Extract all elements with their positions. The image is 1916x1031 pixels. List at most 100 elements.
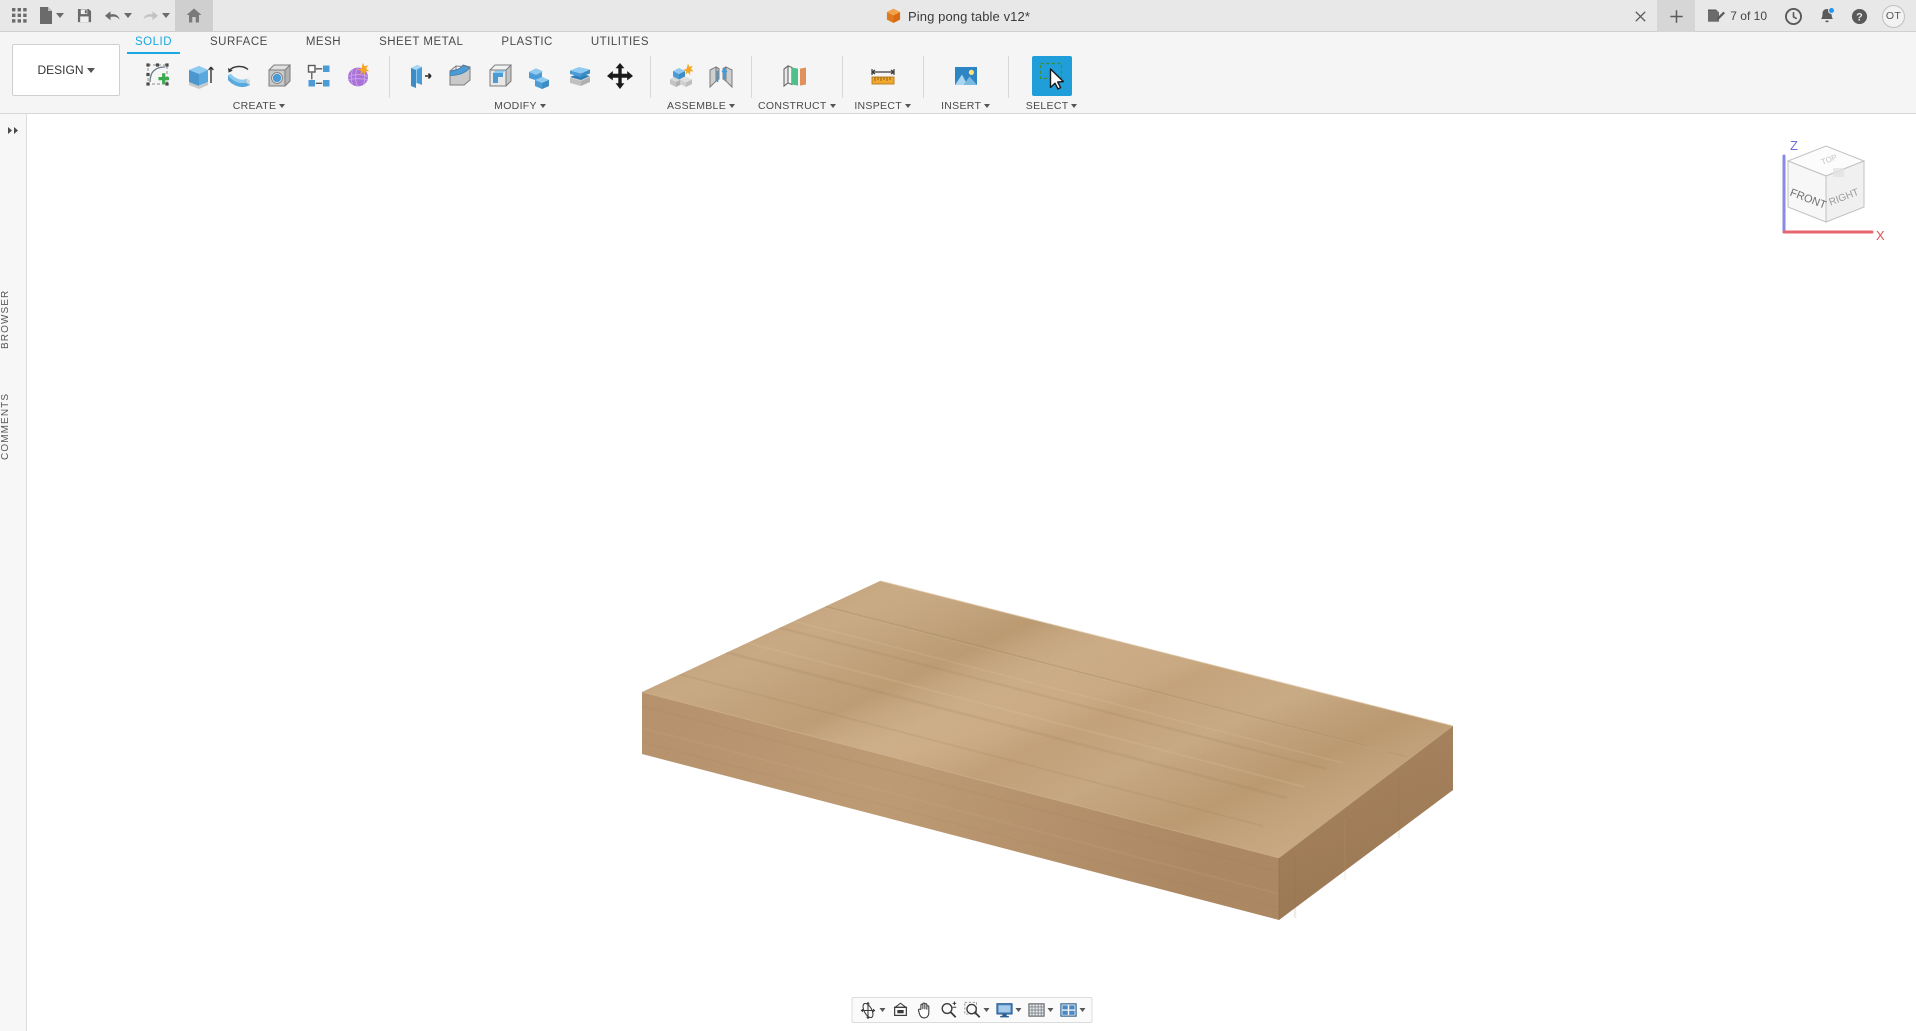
- tool-new-component[interactable]: [662, 56, 700, 96]
- close-icon: [1635, 11, 1646, 22]
- ribbon-groups: CREATE: [135, 54, 1089, 114]
- tool-move-copy[interactable]: [601, 56, 639, 96]
- group-label-assemble[interactable]: ASSEMBLE: [657, 98, 745, 114]
- chevron-down-icon[interactable]: [1079, 1008, 1085, 1012]
- tab-sheet-metal-label: SHEET METAL: [379, 36, 463, 48]
- nav-zoom-window[interactable]: [960, 998, 992, 1022]
- job-status-text: 7 of 10: [1730, 9, 1767, 23]
- pattern-icon: [304, 61, 334, 91]
- expand-panel-button[interactable]: [0, 120, 26, 140]
- tool-shell[interactable]: [481, 56, 519, 96]
- undo-button[interactable]: [99, 0, 137, 32]
- apps-grid-button[interactable]: [4, 0, 34, 32]
- combine-icon: [525, 61, 555, 91]
- tool-split-face[interactable]: [561, 56, 599, 96]
- tool-hole[interactable]: [260, 56, 298, 96]
- fillet-icon: [445, 61, 475, 91]
- tool-revolve[interactable]: [220, 56, 258, 96]
- group-label-construct-text: CONSTRUCT: [758, 100, 827, 112]
- image-icon: [951, 61, 981, 91]
- display-monitor-icon: [995, 1001, 1013, 1019]
- help-button[interactable]: ?: [1843, 0, 1876, 32]
- new-tab-button[interactable]: [1657, 0, 1695, 32]
- shell-icon: [485, 61, 515, 91]
- nav-look-at[interactable]: [888, 998, 912, 1022]
- user-avatar[interactable]: OT: [1882, 5, 1905, 28]
- new-document-button[interactable]: [34, 0, 69, 32]
- recent-activity-button[interactable]: [1777, 0, 1810, 32]
- home-button[interactable]: [175, 0, 213, 32]
- tab-mesh-label: MESH: [306, 36, 341, 48]
- expand-panel-icon: [7, 126, 20, 135]
- sidebar-item-browser[interactable]: BROWSER: [0, 274, 26, 364]
- tab-solid[interactable]: SOLID: [135, 36, 172, 51]
- wood-slab-model[interactable]: [27, 114, 1916, 1031]
- tool-rectangular-pattern[interactable]: [300, 56, 338, 96]
- tab-plastic[interactable]: PLASTIC: [501, 36, 552, 51]
- redo-caret-icon[interactable]: [162, 13, 170, 18]
- tab-mesh[interactable]: MESH: [306, 36, 341, 51]
- group-label-insert[interactable]: INSERT: [930, 98, 1002, 114]
- tool-insert-image[interactable]: [947, 56, 985, 96]
- group-label-select-text: SELECT: [1026, 100, 1069, 112]
- ribbon-group-insert: INSERT: [930, 54, 1002, 114]
- ribbon-separator: [842, 56, 843, 98]
- tool-select[interactable]: [1032, 56, 1072, 96]
- nav-display-settings[interactable]: [992, 998, 1024, 1022]
- notifications-button[interactable]: [1810, 0, 1843, 32]
- close-tab-button[interactable]: [1623, 0, 1657, 32]
- group-label-construct[interactable]: CONSTRUCT: [758, 98, 836, 114]
- document-title: Ping pong table v12*: [886, 8, 1030, 24]
- pan-hand-icon: [915, 1001, 933, 1019]
- nav-viewports[interactable]: [1056, 998, 1088, 1022]
- chevron-down-icon[interactable]: [879, 1008, 885, 1012]
- tool-create-sketch[interactable]: [140, 56, 178, 96]
- chevron-down-icon: [279, 104, 285, 108]
- view-navigation-bar: [851, 997, 1092, 1023]
- job-status-button[interactable]: 7 of 10: [1695, 0, 1777, 32]
- nav-zoom[interactable]: [936, 998, 960, 1022]
- group-label-create[interactable]: CREATE: [135, 98, 383, 114]
- tool-fillet[interactable]: [441, 56, 479, 96]
- tool-combine[interactable]: [521, 56, 559, 96]
- tab-surface[interactable]: SURFACE: [210, 36, 268, 51]
- new-document-caret-icon[interactable]: [56, 13, 64, 18]
- chevron-down-icon[interactable]: [983, 1008, 989, 1012]
- tab-sheet-metal[interactable]: SHEET METAL: [379, 36, 463, 51]
- zoom-magnifier-icon: [939, 1001, 957, 1019]
- tool-create-form[interactable]: [340, 56, 378, 96]
- sidebar-item-comments[interactable]: COMMENTS: [0, 376, 26, 476]
- tool-extrude[interactable]: [180, 56, 218, 96]
- nav-orbit[interactable]: [855, 998, 888, 1022]
- extrude-icon: [184, 61, 214, 91]
- quick-access-toolbar: [0, 0, 213, 32]
- tool-joint[interactable]: [702, 56, 740, 96]
- nav-pan[interactable]: [912, 998, 936, 1022]
- viewcube-x-label: X: [1876, 228, 1885, 243]
- group-label-inspect[interactable]: INSPECT: [849, 98, 917, 114]
- group-label-assemble-text: ASSEMBLE: [667, 100, 726, 112]
- title-bar: Ping pong table v12* 7 of 10: [0, 0, 1916, 32]
- tool-measure[interactable]: [864, 56, 902, 96]
- workspace-switcher[interactable]: DESIGN: [12, 44, 120, 96]
- tab-solid-label: SOLID: [135, 36, 172, 48]
- chevron-down-icon[interactable]: [1015, 1008, 1021, 1012]
- tool-offset-plane[interactable]: [775, 56, 813, 96]
- redo-button[interactable]: [137, 0, 175, 32]
- chevron-down-icon[interactable]: [1047, 1008, 1053, 1012]
- avatar-initials: OT: [1886, 10, 1901, 22]
- group-label-modify[interactable]: MODIFY: [396, 98, 644, 114]
- chevron-down-icon: [87, 68, 95, 73]
- group-label-select[interactable]: SELECT: [1015, 98, 1089, 114]
- tool-press-pull[interactable]: [401, 56, 439, 96]
- view-cube[interactable]: Z X FRONT RIGHT TOP: [1764, 124, 1894, 244]
- document-title-text: Ping pong table v12*: [908, 9, 1030, 24]
- orange-cube-icon: [886, 8, 901, 24]
- 3d-viewport[interactable]: Z X FRONT RIGHT TOP: [27, 114, 1916, 1031]
- tab-utilities[interactable]: UTILITIES: [591, 36, 649, 51]
- grid-icon: [1027, 1001, 1045, 1019]
- nav-grid-snaps[interactable]: [1024, 998, 1056, 1022]
- split-face-icon: [565, 61, 595, 91]
- undo-caret-icon[interactable]: [124, 13, 132, 18]
- save-button[interactable]: [69, 0, 99, 32]
